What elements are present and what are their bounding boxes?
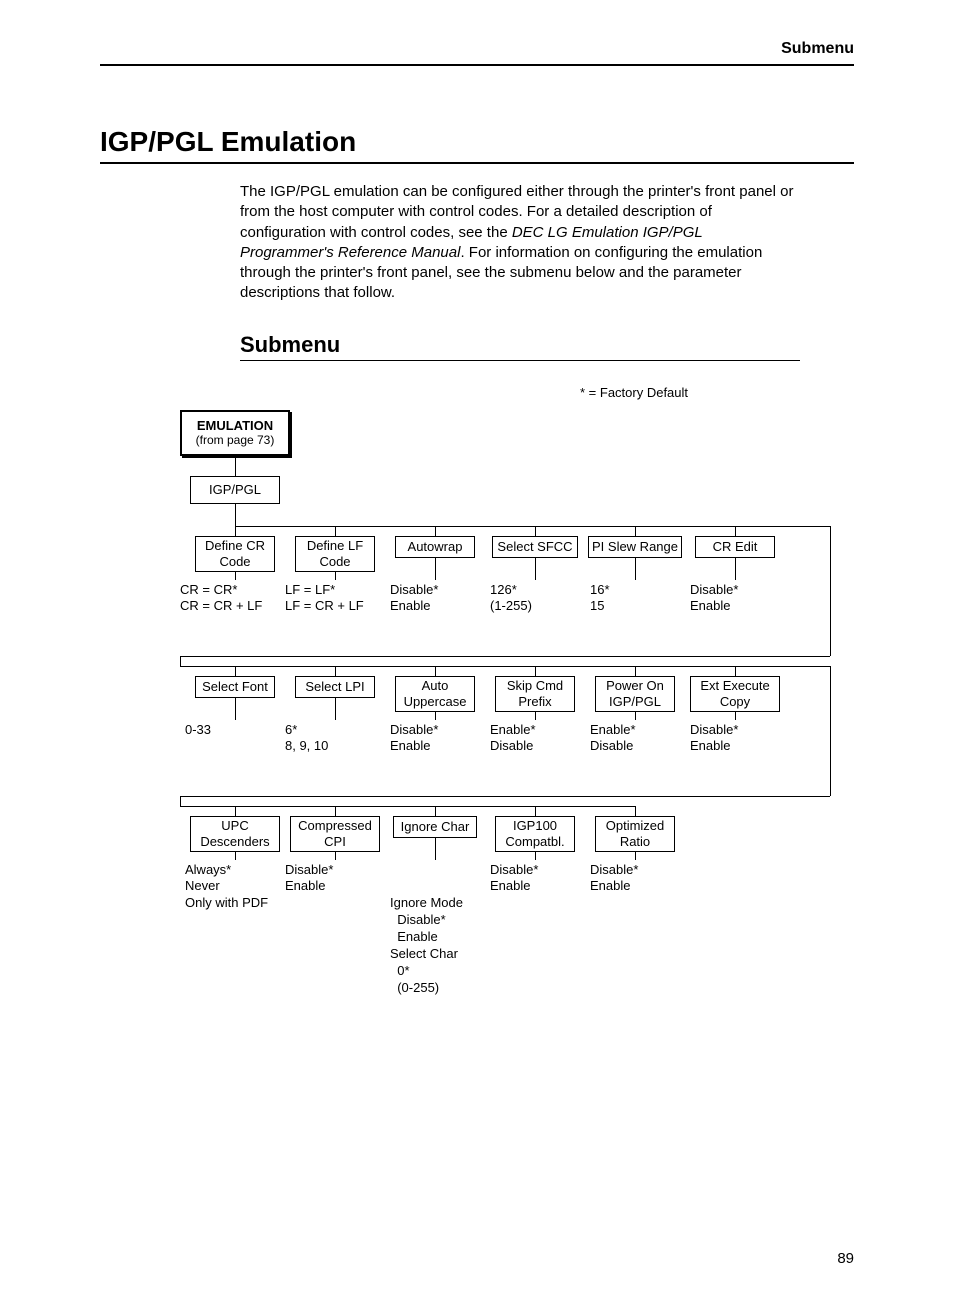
r1c3-values: Disable*Enable bbox=[390, 582, 438, 616]
r1c6-values: Disable*Enable bbox=[690, 582, 738, 616]
igp-box: IGP/PGL bbox=[190, 476, 280, 504]
root-box: EMULATION (from page 73) bbox=[180, 410, 290, 456]
r2c1-values: 0-33 bbox=[185, 722, 211, 739]
r2c2-values: 6*8, 9, 10 bbox=[285, 722, 328, 756]
r1c2-box: Define LFCode bbox=[295, 536, 375, 572]
r2c6-values: Disable*Enable bbox=[690, 722, 738, 756]
r1c1-box: Define CRCode bbox=[195, 536, 275, 572]
igp-label: IGP/PGL bbox=[209, 482, 261, 498]
r3c3-box: Ignore Char bbox=[393, 816, 477, 838]
r3c5-values: Disable*Enable bbox=[590, 862, 638, 896]
r3c1-box: UPCDescenders bbox=[190, 816, 280, 852]
root-line1: EMULATION bbox=[197, 418, 273, 434]
r2c5-values: Enable*Disable bbox=[590, 722, 636, 756]
page-title: IGP/PGL Emulation bbox=[100, 126, 854, 164]
page-number: 89 bbox=[100, 1250, 854, 1267]
r3c5-box: OptimizedRatio bbox=[595, 816, 675, 852]
intro-paragraph: The IGP/PGL emulation can be configured … bbox=[240, 182, 800, 304]
r3c2-box: CompressedCPI bbox=[290, 816, 380, 852]
r1c6-box: CR Edit bbox=[695, 536, 775, 558]
header-label: Submenu bbox=[100, 40, 854, 58]
subheading: Submenu bbox=[240, 332, 800, 361]
legend: * = Factory Default bbox=[100, 385, 854, 400]
r1c3-box: Autowrap bbox=[395, 536, 475, 558]
r3c3-values: Ignore Mode Disable* EnableSelect Char 0… bbox=[390, 862, 463, 1031]
r2c1-box: Select Font bbox=[195, 676, 275, 698]
r2c4-values: Enable*Disable bbox=[490, 722, 536, 756]
page-header: Submenu bbox=[100, 40, 854, 66]
r1c4-values: 126*(1-255) bbox=[490, 582, 532, 616]
r2c6-box: Ext ExecuteCopy bbox=[690, 676, 780, 712]
r2c2-box: Select LPI bbox=[295, 676, 375, 698]
r3c1-values: Always*NeverOnly with PDF bbox=[185, 862, 268, 913]
root-line2: (from page 73) bbox=[196, 433, 275, 447]
r2c3-box: AutoUppercase bbox=[395, 676, 475, 712]
r1c1-values: CR = CR*CR = CR + LF bbox=[180, 582, 290, 616]
r2c4-box: Skip CmdPrefix bbox=[495, 676, 575, 712]
menu-tree-diagram: EMULATION (from page 73) IGP/PGL Define … bbox=[180, 410, 880, 990]
r3c4-values: Disable*Enable bbox=[490, 862, 538, 896]
r3c2-values: Disable*Enable bbox=[285, 862, 333, 896]
r2c3-values: Disable*Enable bbox=[390, 722, 438, 756]
r1c5-values: 16*15 bbox=[590, 582, 610, 616]
r3c4-box: IGP100Compatbl. bbox=[495, 816, 575, 852]
r1c5-box: PI Slew Range bbox=[588, 536, 682, 558]
r2c5-box: Power OnIGP/PGL bbox=[595, 676, 675, 712]
r1c4-box: Select SFCC bbox=[492, 536, 578, 558]
r1c2-values: LF = LF*LF = CR + LF bbox=[285, 582, 364, 616]
